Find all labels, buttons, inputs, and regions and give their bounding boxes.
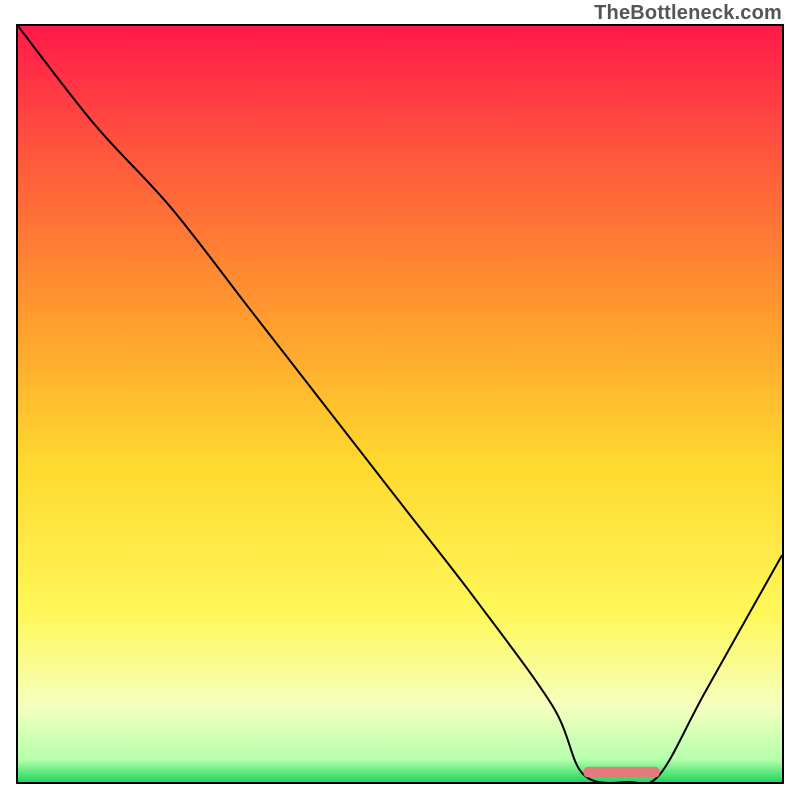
- chart-frame: [16, 24, 784, 784]
- chart-background-gradient: [18, 26, 782, 782]
- optimal-range-marker: [583, 767, 659, 778]
- bottleneck-chart: [18, 26, 782, 782]
- watermark-text: TheBottleneck.com: [594, 2, 782, 25]
